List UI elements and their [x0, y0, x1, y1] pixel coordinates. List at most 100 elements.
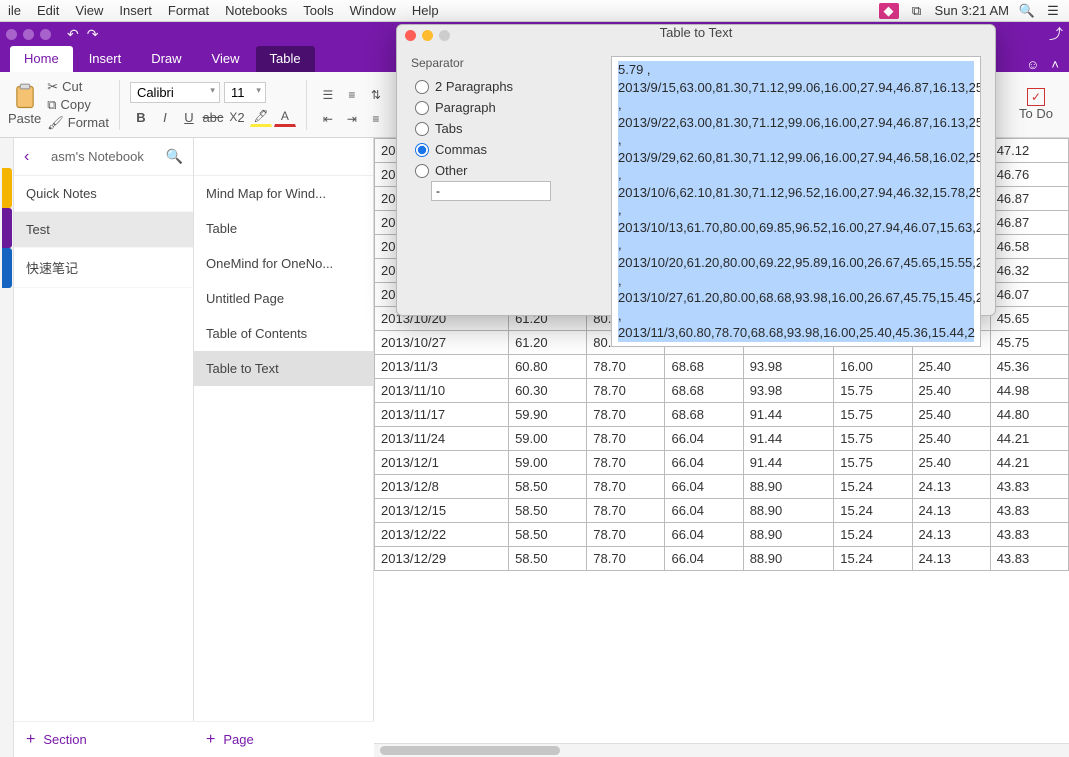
add-section-button[interactable]: +Section	[14, 722, 194, 757]
menu-format[interactable]: Format	[168, 3, 209, 18]
table-cell[interactable]: 88.90	[743, 499, 834, 523]
table-row[interactable]: 2013/12/1558.5078.7066.0488.9015.2424.13…	[375, 499, 1069, 523]
table-cell[interactable]: 24.13	[912, 499, 990, 523]
section-color-tab[interactable]	[2, 208, 12, 248]
table-cell[interactable]: 59.90	[509, 403, 587, 427]
table-cell[interactable]: 15.75	[834, 403, 912, 427]
table-cell[interactable]: 2013/12/8	[375, 475, 509, 499]
menu-insert[interactable]: Insert	[119, 3, 152, 18]
strike-button[interactable]: abc	[202, 107, 224, 127]
back-icon[interactable]: ‹	[24, 148, 29, 166]
page-item[interactable]: OneMind for OneNo...	[194, 246, 373, 281]
section-item[interactable]: 快速笔记	[14, 248, 193, 288]
bullets-button[interactable]: ☰	[317, 85, 339, 105]
table-cell[interactable]: 2013/12/1	[375, 451, 509, 475]
horizontal-scrollbar[interactable]	[374, 743, 1069, 757]
separator-option-other[interactable]: Other	[411, 160, 601, 181]
ribbon-tab-table[interactable]: Table	[256, 46, 315, 72]
table-cell[interactable]: 25.40	[912, 355, 990, 379]
menu-icon[interactable]: ☰	[1045, 3, 1061, 19]
displays-icon[interactable]: ⧉	[909, 3, 925, 19]
separator-option-tabs[interactable]: Tabs	[411, 118, 601, 139]
menu-tools[interactable]: Tools	[303, 3, 333, 18]
table-cell[interactable]: 68.68	[665, 403, 743, 427]
window-traffic-lights[interactable]	[6, 29, 51, 40]
page-item[interactable]: Mind Map for Wind...	[194, 176, 373, 211]
table-cell[interactable]: 46.76	[990, 163, 1068, 187]
table-cell[interactable]: 78.70	[587, 427, 665, 451]
table-cell[interactable]: 43.83	[990, 547, 1068, 571]
table-cell[interactable]: 15.24	[834, 523, 912, 547]
table-cell[interactable]: 15.75	[834, 379, 912, 403]
dialog-titlebar[interactable]: Table to Text	[397, 25, 995, 40]
add-page-button[interactable]: +Page	[194, 722, 374, 757]
table-cell[interactable]: 66.04	[665, 547, 743, 571]
table-cell[interactable]: 46.87	[990, 211, 1068, 235]
table-cell[interactable]: 93.98	[743, 379, 834, 403]
gem-icon[interactable]: ◆	[879, 3, 899, 19]
font-family-select[interactable]: Calibri	[130, 82, 220, 103]
outdent-button[interactable]: ⇤	[317, 109, 339, 129]
table-row[interactable]: 2013/12/858.5078.7066.0488.9015.2424.134…	[375, 475, 1069, 499]
table-cell[interactable]: 43.83	[990, 523, 1068, 547]
table-cell[interactable]: 46.87	[990, 187, 1068, 211]
table-cell[interactable]: 58.50	[509, 547, 587, 571]
table-cell[interactable]: 2013/11/24	[375, 427, 509, 451]
table-cell[interactable]: 68.68	[665, 379, 743, 403]
table-cell[interactable]: 2013/11/10	[375, 379, 509, 403]
section-color-tab[interactable]	[2, 168, 12, 208]
table-cell[interactable]: 91.44	[743, 451, 834, 475]
table-row[interactable]: 2013/12/2958.5078.7066.0488.9015.2424.13…	[375, 547, 1069, 571]
table-cell[interactable]: 2013/11/3	[375, 355, 509, 379]
font-size-select[interactable]: 11	[224, 82, 266, 103]
italic-button[interactable]: I	[154, 107, 176, 127]
page-item[interactable]: Table	[194, 211, 373, 246]
preview-text[interactable]: 5.79 ,2013/9/15,63.00,81.30,71.12,99.06,…	[611, 56, 981, 347]
menu-view[interactable]: View	[75, 3, 103, 18]
table-cell[interactable]: 46.07	[990, 283, 1068, 307]
table-cell[interactable]: 78.70	[587, 451, 665, 475]
table-cell[interactable]: 16.00	[834, 355, 912, 379]
table-cell[interactable]: 25.40	[912, 379, 990, 403]
sort-button[interactable]: ⇅	[365, 85, 387, 105]
table-cell[interactable]: 91.44	[743, 403, 834, 427]
page-item[interactable]: Untitled Page	[194, 281, 373, 316]
page-item[interactable]: Table of Contents	[194, 316, 373, 351]
table-cell[interactable]: 45.75	[990, 331, 1068, 355]
table-cell[interactable]: 59.00	[509, 451, 587, 475]
table-cell[interactable]: 43.83	[990, 475, 1068, 499]
menu-ile[interactable]: ile	[8, 3, 21, 18]
table-cell[interactable]: 15.24	[834, 499, 912, 523]
emoji-icon[interactable]: ☺	[1026, 57, 1039, 72]
table-cell[interactable]: 44.80	[990, 403, 1068, 427]
table-row[interactable]: 2013/11/1759.9078.7068.6891.4415.7525.40…	[375, 403, 1069, 427]
table-cell[interactable]: 78.70	[587, 523, 665, 547]
menu-window[interactable]: Window	[350, 3, 396, 18]
table-cell[interactable]: 44.98	[990, 379, 1068, 403]
subscript-button[interactable]: X2	[226, 107, 248, 127]
separator-option-paragraph[interactable]: Paragraph	[411, 97, 601, 118]
table-cell[interactable]: 78.70	[587, 379, 665, 403]
share-icon[interactable]: ⤴	[1049, 24, 1063, 44]
minimize-icon[interactable]	[422, 30, 433, 41]
table-cell[interactable]: 60.80	[509, 355, 587, 379]
cut-button[interactable]: ✂Cut	[47, 79, 109, 95]
table-cell[interactable]: 46.58	[990, 235, 1068, 259]
table-cell[interactable]: 25.40	[912, 451, 990, 475]
table-cell[interactable]: 15.75	[834, 451, 912, 475]
table-row[interactable]: 2013/12/159.0078.7066.0491.4415.7525.404…	[375, 451, 1069, 475]
separator-option-2-paragraphs[interactable]: 2 Paragraphs	[411, 76, 601, 97]
numbering-button[interactable]: ≡	[341, 85, 363, 105]
table-cell[interactable]: 24.13	[912, 547, 990, 571]
ribbon-tab-draw[interactable]: Draw	[137, 46, 195, 72]
separator-option-commas[interactable]: Commas	[411, 139, 601, 160]
table-cell[interactable]: 93.98	[743, 355, 834, 379]
paste-button[interactable]: Paste	[8, 83, 41, 126]
copy-button[interactable]: ⧉Copy	[47, 97, 109, 113]
highlight-button[interactable]: 🖊	[250, 107, 272, 127]
table-cell[interactable]: 2013/12/29	[375, 547, 509, 571]
table-cell[interactable]: 25.40	[912, 403, 990, 427]
table-cell[interactable]: 60.30	[509, 379, 587, 403]
spotlight-icon[interactable]: 🔍	[1019, 3, 1035, 19]
table-cell[interactable]: 15.24	[834, 547, 912, 571]
